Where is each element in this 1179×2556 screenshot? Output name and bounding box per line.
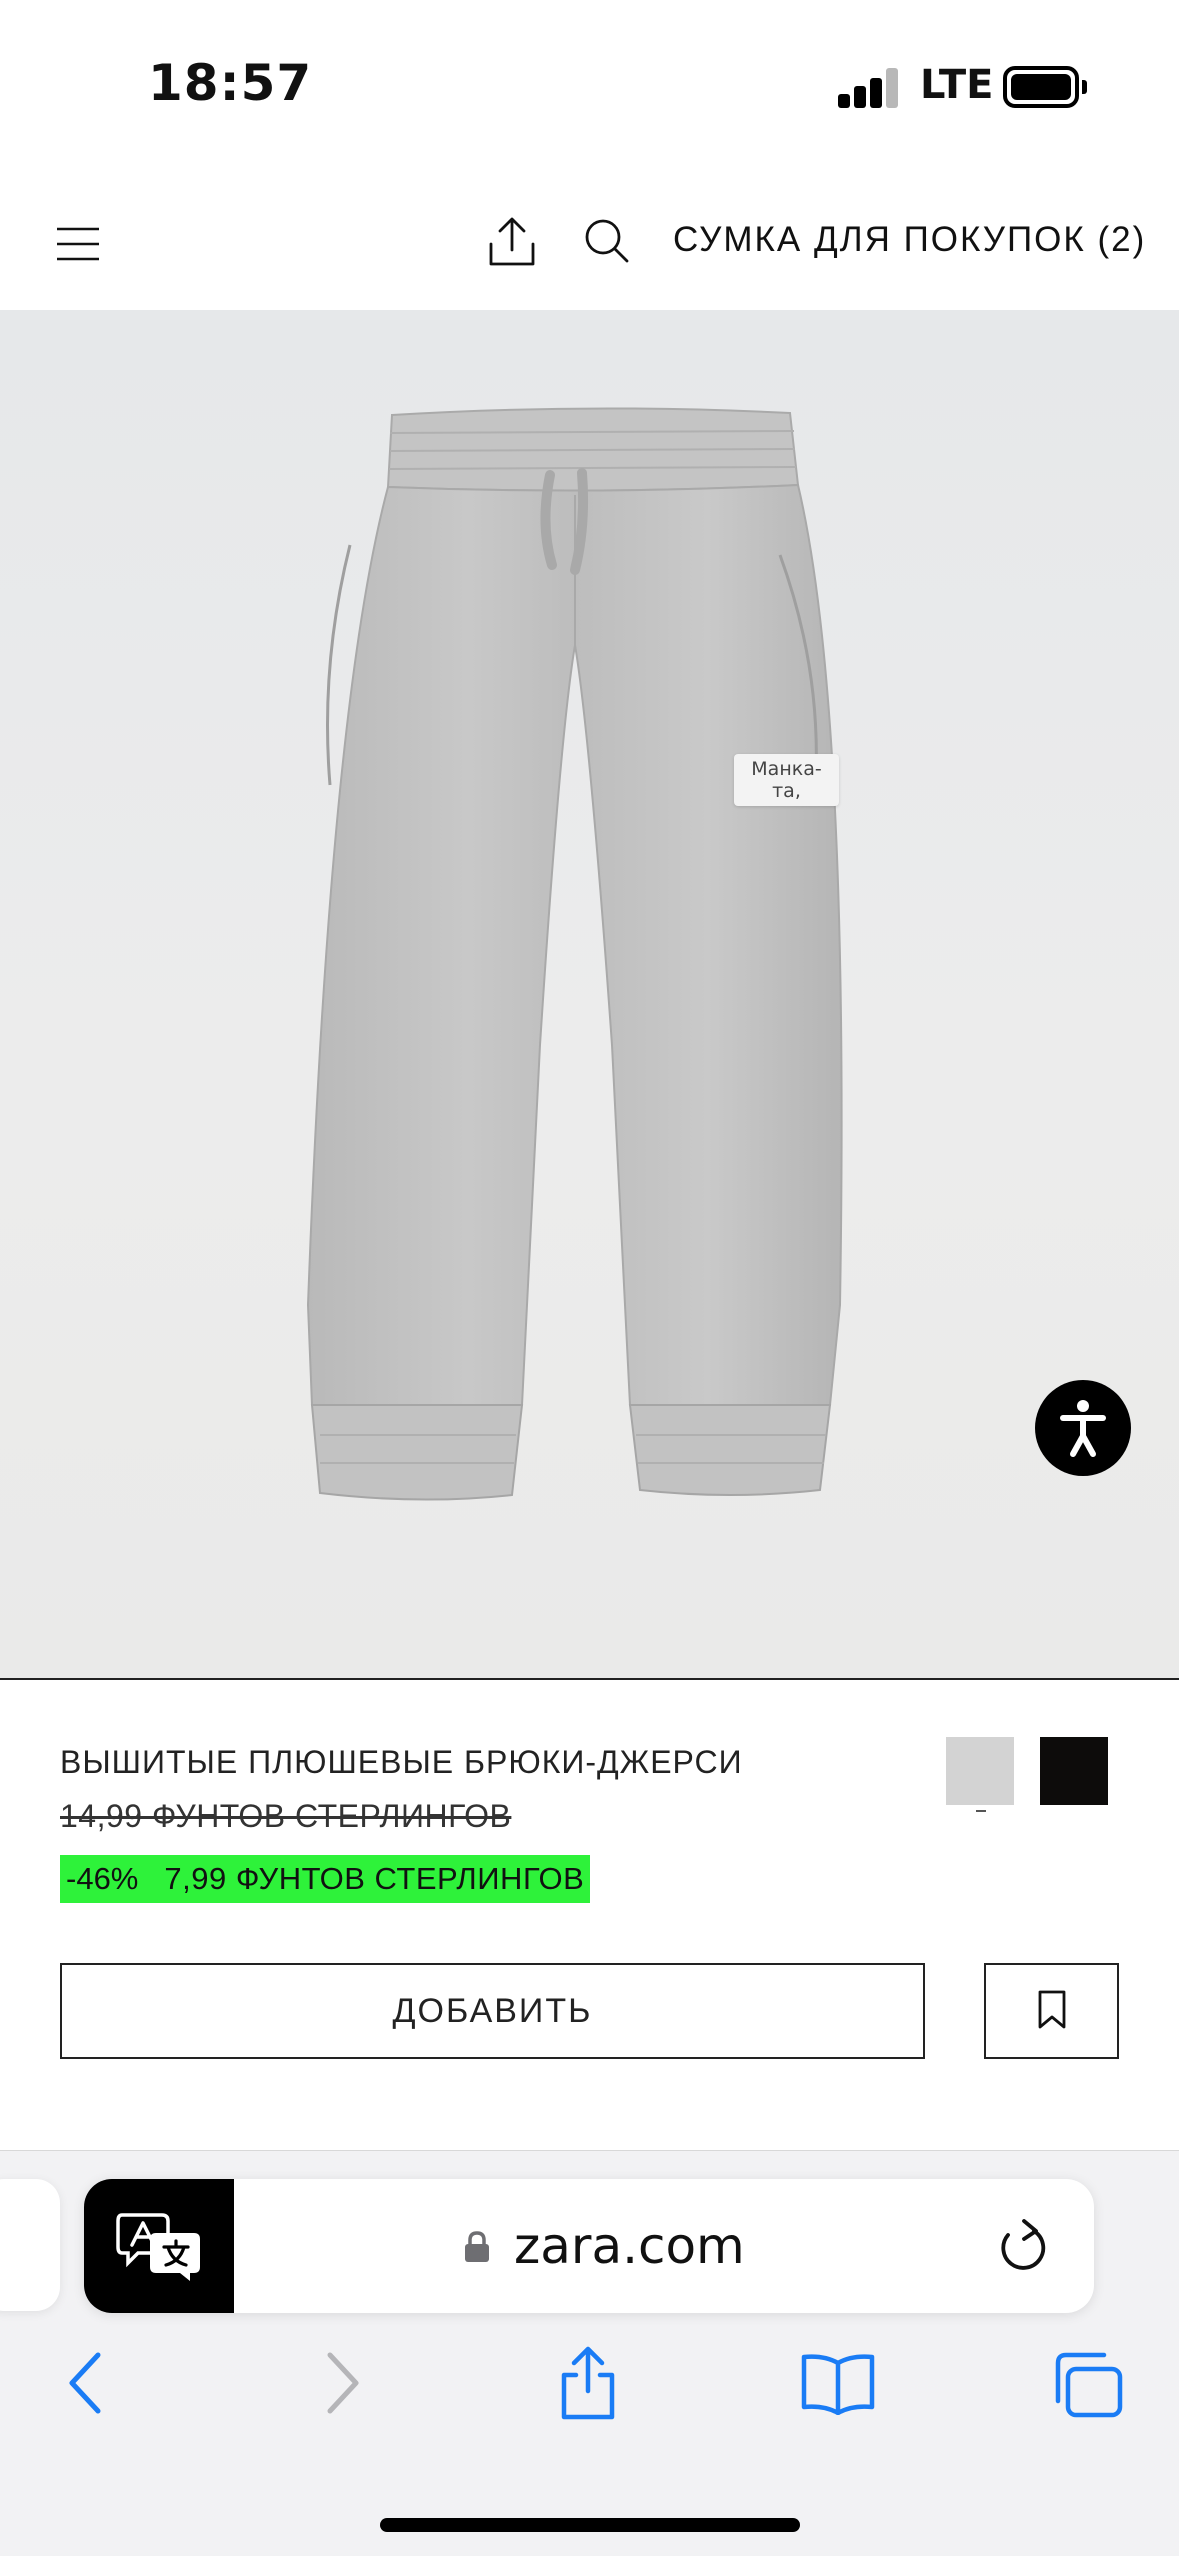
translate-button[interactable]	[84, 2179, 234, 2313]
back-icon[interactable]	[66, 2351, 106, 2415]
add-to-cart-button[interactable]: ДОБАВИТЬ	[60, 1963, 925, 2059]
url-text[interactable]: zara.com	[514, 2217, 745, 2275]
shopping-bag-link[interactable]: СУМКА ДЛЯ ПОКУПОК (2)	[673, 220, 1146, 260]
bookmarks-icon[interactable]	[800, 2351, 876, 2415]
share-icon[interactable]	[487, 216, 537, 268]
color-swatch-grey[interactable]	[946, 1737, 1014, 1805]
product-name: ВЫШИТЫЕ ПЛЮШЕВЫЕ БРЮКИ-ДЖЕРСИ	[60, 1744, 743, 1780]
sale-price: 7,99 ФУНТОВ СТЕРЛИНГОВ	[164, 1861, 585, 1896]
browser-bottom-bar: zara.com	[0, 2150, 1179, 2556]
forward-icon[interactable]	[322, 2351, 362, 2415]
accessibility-button[interactable]	[1035, 1380, 1131, 1476]
label-text-line-2: та,	[772, 780, 801, 802]
battery-icon	[1003, 66, 1087, 108]
discount-badge: -46%	[66, 1861, 139, 1896]
accessibility-icon	[1060, 1400, 1106, 1457]
selected-color-indicator	[976, 1810, 986, 1812]
reload-icon[interactable]	[994, 2217, 1050, 2277]
previous-tab-preview[interactable]	[0, 2179, 60, 2311]
bookmark-button[interactable]	[984, 1963, 1119, 2059]
hamburger-menu-icon[interactable]	[55, 226, 101, 262]
site-header: СУМКА ДЛЯ ПОКУПОК (2)	[0, 170, 1179, 310]
translate-icon	[116, 2213, 200, 2281]
home-indicator	[380, 2518, 800, 2532]
tabs-icon[interactable]	[1052, 2351, 1124, 2419]
product-image[interactable]: Манка- та,	[0, 310, 1179, 1680]
share-icon[interactable]	[556, 2345, 620, 2421]
bookmark-icon	[1038, 1990, 1065, 2028]
product-info: ВЫШИТЫЕ ПЛЮШЕВЫЕ БРЮКИ-ДЖЕРСИ 14,99 ФУНТ…	[0, 1680, 1179, 2150]
sweatpants-illustration	[306, 407, 843, 1501]
original-price: 14,99 ФУНТОВ СТЕРЛИНГОВ	[60, 1798, 512, 1834]
network-type: LTE	[920, 62, 994, 108]
embroidered-label: Манка- та,	[734, 754, 839, 806]
status-time: 18:57	[148, 54, 313, 112]
sale-price-row: -46% 7,99 ФУНТОВ СТЕРЛИНГОВ	[60, 1855, 591, 1903]
signal-strength-icon	[838, 68, 898, 108]
address-bar[interactable]: zara.com	[84, 2179, 1094, 2313]
label-text-line-1: Манка-	[751, 758, 822, 780]
status-bar: 18:57 LTE	[0, 0, 1179, 170]
color-swatch-black[interactable]	[1040, 1737, 1108, 1805]
lock-icon	[465, 2231, 489, 2262]
search-icon[interactable]	[584, 218, 630, 264]
